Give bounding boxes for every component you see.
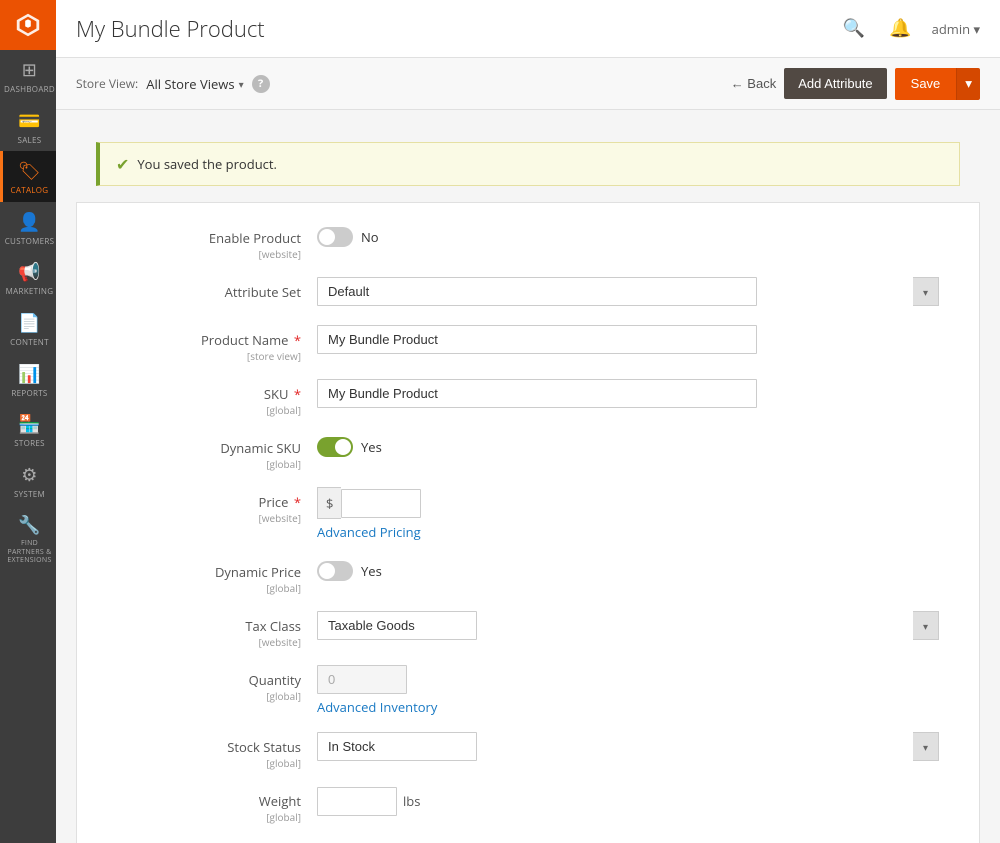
stock-status-sub: [global] xyxy=(97,756,301,770)
attribute-set-label: Attribute Set xyxy=(97,283,301,301)
quantity-input[interactable] xyxy=(317,665,407,694)
stock-status-arrow-icon: ▾ xyxy=(913,732,939,761)
dynamic-sku-label: Dynamic SKU xyxy=(97,439,301,457)
product-name-sub: [store view] xyxy=(97,349,301,363)
tax-class-arrow-icon: ▾ xyxy=(913,611,939,640)
sidebar-item-sales[interactable]: 💳 Sales xyxy=(0,101,56,152)
marketing-icon: 📢 xyxy=(18,260,41,284)
tax-class-select[interactable]: Taxable Goods None xyxy=(317,611,477,640)
system-icon: ⚙ xyxy=(21,463,37,487)
search-button[interactable]: 🔍 xyxy=(839,14,869,43)
tax-class-label: Tax Class xyxy=(97,617,301,635)
weight-sub: [global] xyxy=(97,810,301,824)
enable-product-toggle-label: No xyxy=(361,228,379,246)
price-label: Price * xyxy=(97,493,301,511)
admin-menu[interactable]: admin ▾ xyxy=(932,20,980,38)
main-content: My Bundle Product 🔍 🔔 admin ▾ Store View… xyxy=(56,0,1000,843)
content-icon: 📄 xyxy=(18,311,41,335)
extensions-icon: 🔧 xyxy=(18,513,41,537)
sidebar-item-system[interactable]: ⚙ System xyxy=(0,455,56,506)
sidebar-item-stores[interactable]: 🏪 Stores xyxy=(0,404,56,455)
sidebar-logo xyxy=(0,0,56,50)
price-currency: $ xyxy=(317,487,341,519)
dynamic-sku-toggle[interactable] xyxy=(317,437,353,457)
reports-icon: 📊 xyxy=(18,362,41,386)
stores-icon: 🏪 xyxy=(18,412,41,436)
tax-class-sub: [website] xyxy=(97,635,301,649)
price-sub: [website] xyxy=(97,511,301,525)
toolbar-right: ← Back Add Attribute Save ▾ xyxy=(731,68,980,100)
quantity-row: Quantity [global] Advanced Inventory xyxy=(97,665,939,716)
header-actions: 🔍 🔔 admin ▾ xyxy=(839,14,980,43)
dynamic-price-toggle-label: Yes xyxy=(361,562,382,580)
advanced-inventory-link[interactable]: Advanced Inventory xyxy=(317,698,939,716)
success-icon: ✔ xyxy=(116,153,129,175)
save-button[interactable]: Save xyxy=(895,68,957,100)
product-name-input[interactable] xyxy=(317,325,757,354)
product-name-row: Product Name * [store view] xyxy=(97,325,939,363)
store-view-value: All Store Views xyxy=(146,75,234,93)
enable-product-row: Enable Product [website] No xyxy=(97,223,939,261)
enable-product-toggle[interactable] xyxy=(317,227,353,247)
sidebar-item-customers[interactable]: 👤 Customers xyxy=(0,202,56,253)
stock-status-label: Stock Status xyxy=(97,738,301,756)
content-area: ✔ You saved the product. Enable Product … xyxy=(56,110,1000,843)
store-view-label: Store View: xyxy=(76,75,138,92)
stock-status-row: Stock Status [global] In Stock Out of St… xyxy=(97,732,939,770)
sku-input[interactable] xyxy=(317,379,757,408)
sidebar-item-extensions[interactable]: 🔧 Find Partners & Extensions xyxy=(0,505,56,573)
success-message: You saved the product. xyxy=(137,155,277,173)
sku-row: SKU * [global] xyxy=(97,379,939,417)
top-header: My Bundle Product 🔍 🔔 admin ▾ xyxy=(56,0,1000,58)
enable-product-label: Enable Product xyxy=(97,229,301,247)
sidebar-item-reports[interactable]: 📊 Reports xyxy=(0,354,56,405)
dynamic-sku-row: Dynamic SKU [global] Yes xyxy=(97,433,939,471)
catalog-icon: 🏷 xyxy=(18,159,41,183)
add-attribute-button[interactable]: Add Attribute xyxy=(784,68,886,99)
weight-label: Weight xyxy=(97,792,301,810)
dynamic-price-row: Dynamic Price [global] Yes xyxy=(97,557,939,595)
dynamic-sku-sub: [global] xyxy=(97,457,301,471)
quantity-sub: [global] xyxy=(97,689,301,703)
product-form: Enable Product [website] No Attribute Se… xyxy=(76,202,980,843)
weight-input[interactable] xyxy=(317,787,397,816)
dynamic-price-sub: [global] xyxy=(97,581,301,595)
attribute-set-arrow-icon: ▾ xyxy=(913,277,939,306)
sidebar-item-content[interactable]: 📄 Content xyxy=(0,303,56,354)
save-dropdown-button[interactable]: ▾ xyxy=(956,68,980,100)
weight-row: Weight [global] lbs xyxy=(97,786,939,824)
success-banner: ✔ You saved the product. xyxy=(96,142,960,186)
sku-sub: [global] xyxy=(97,403,301,417)
attribute-set-select[interactable]: Default xyxy=(317,277,757,306)
toolbar: Store View: All Store Views ▾ ? ← Back A… xyxy=(56,58,1000,110)
store-view-select[interactable]: All Store Views ▾ xyxy=(146,75,243,93)
sidebar-item-dashboard[interactable]: ⊞ Dashboard xyxy=(0,50,56,101)
dashboard-icon: ⊞ xyxy=(22,58,37,82)
dynamic-price-label: Dynamic Price xyxy=(97,563,301,581)
sidebar-item-catalog[interactable]: 🏷 Catalog xyxy=(0,151,56,202)
advanced-pricing-link[interactable]: Advanced Pricing xyxy=(317,523,939,541)
notifications-button[interactable]: 🔔 xyxy=(885,14,915,43)
dynamic-price-toggle[interactable] xyxy=(317,561,353,581)
price-input[interactable] xyxy=(341,489,421,518)
price-row: Price * [website] $ Advanced Pricing xyxy=(97,487,939,541)
sidebar: ⊞ Dashboard 💳 Sales 🏷 Catalog 👤 Customer… xyxy=(0,0,56,843)
save-button-group: Save ▾ xyxy=(895,68,980,100)
attribute-set-row: Attribute Set Default ▾ xyxy=(97,277,939,309)
customers-icon: 👤 xyxy=(18,210,41,234)
stock-status-select[interactable]: In Stock Out of Stock xyxy=(317,732,477,761)
quantity-label: Quantity xyxy=(97,671,301,689)
help-icon[interactable]: ? xyxy=(252,75,270,93)
sales-icon: 💳 xyxy=(18,109,41,133)
enable-product-sub: [website] xyxy=(97,247,301,261)
back-button[interactable]: ← Back xyxy=(731,76,777,91)
sku-label: SKU * xyxy=(97,385,301,403)
product-name-label: Product Name * xyxy=(97,331,301,349)
sidebar-item-marketing[interactable]: 📢 Marketing xyxy=(0,252,56,303)
dynamic-sku-toggle-label: Yes xyxy=(361,438,382,456)
weight-unit: lbs xyxy=(397,786,426,816)
tax-class-row: Tax Class [website] Taxable Goods None ▾ xyxy=(97,611,939,649)
store-view-chevron-icon: ▾ xyxy=(239,77,244,91)
page-title: My Bundle Product xyxy=(76,14,839,44)
